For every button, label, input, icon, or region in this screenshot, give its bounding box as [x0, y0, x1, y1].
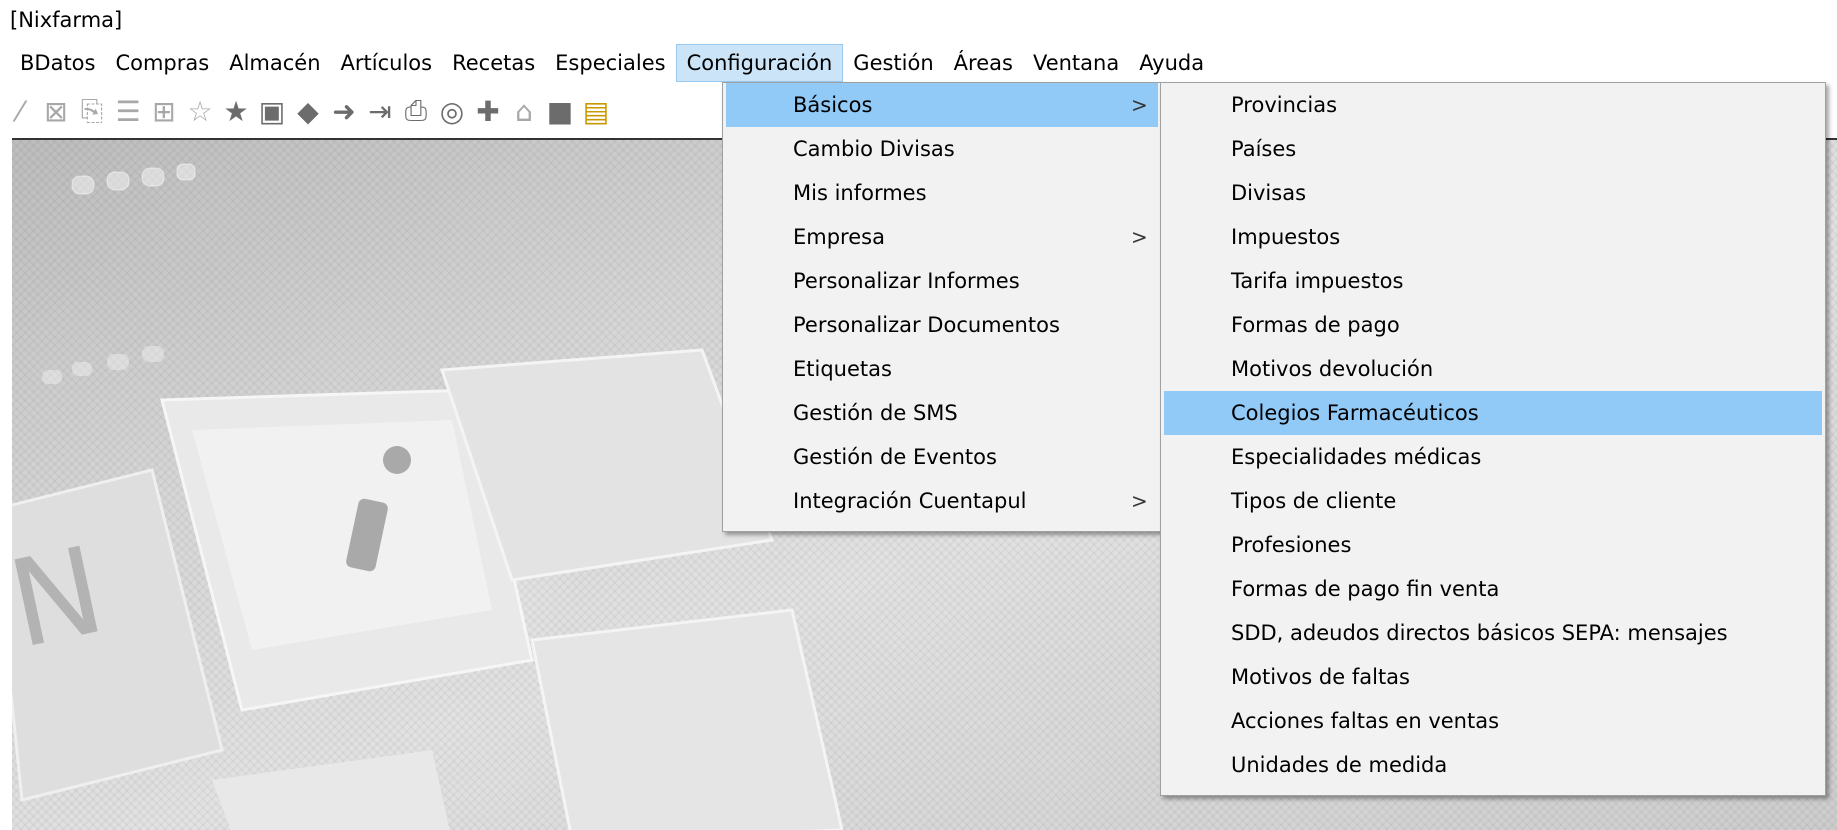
menu-item-label: Gestión de Eventos [793, 445, 997, 469]
basicos-submenu: Provincias Países Divisas Impuestos Tari… [1160, 82, 1826, 796]
menu-ventana[interactable]: Ventana [1023, 44, 1129, 82]
export-icon[interactable]: ▣ [254, 91, 290, 131]
arrow-left-icon[interactable]: ◆ [290, 91, 326, 131]
menu-bar: BDatos Compras Almacén Artículos Recetas… [0, 44, 1837, 82]
document-icon[interactable]: ⎘ [74, 91, 110, 131]
chevron-right-icon: > [1131, 489, 1148, 513]
menu-item-divisas[interactable]: Divisas [1164, 171, 1822, 215]
menu-item-label: Tipos de cliente [1231, 489, 1397, 513]
menu-item-tipos-cliente[interactable]: Tipos de cliente [1164, 479, 1822, 523]
menu-item-label: Colegios Farmacéuticos [1231, 401, 1479, 425]
search-icon[interactable]: ◎ [434, 91, 470, 131]
menu-item-label: Personalizar Documentos [793, 313, 1060, 337]
menu-item-cambio-divisas[interactable]: Cambio Divisas [726, 127, 1158, 171]
menu-item-label: Tarifa impuestos [1231, 269, 1404, 293]
menu-item-label: Formas de pago fin venta [1231, 577, 1500, 601]
star-outline-icon[interactable]: ☆ [182, 91, 218, 131]
menu-item-label: Gestión de SMS [793, 401, 958, 425]
menu-item-label: Empresa [793, 225, 885, 249]
menu-item-formas-pago-fin-venta[interactable]: Formas de pago fin venta [1164, 567, 1822, 611]
menu-item-acciones-faltas-ventas[interactable]: Acciones faltas en ventas [1164, 699, 1822, 743]
menu-item-motivos-faltas[interactable]: Motivos de faltas [1164, 655, 1822, 699]
menu-item-impuestos[interactable]: Impuestos [1164, 215, 1822, 259]
arrow-right-icon[interactable]: ➜ [326, 91, 362, 131]
menu-item-etiquetas[interactable]: Etiquetas [726, 347, 1158, 391]
menu-item-label: Formas de pago [1231, 313, 1400, 337]
menu-item-sdd-sepa-mensajes[interactable]: SDD, adeudos directos básicos SEPA: mens… [1164, 611, 1822, 655]
menu-item-motivos-devolucion[interactable]: Motivos devolución [1164, 347, 1822, 391]
menu-item-label: Mis informes [793, 181, 927, 205]
menu-item-gestion-sms[interactable]: Gestión de SMS [726, 391, 1158, 435]
menu-item-colegios-farmaceuticos[interactable]: Colegios Farmacéuticos [1164, 391, 1822, 435]
menu-item-personalizar-documentos[interactable]: Personalizar Documentos [726, 303, 1158, 347]
menu-articulos[interactable]: Artículos [331, 44, 443, 82]
menu-item-label: Personalizar Informes [793, 269, 1020, 293]
menu-item-provincias[interactable]: Provincias [1164, 83, 1822, 127]
wand-icon[interactable]: ✚ [470, 91, 506, 131]
menu-item-label: Especialidades médicas [1231, 445, 1482, 469]
menu-gestion[interactable]: Gestión [843, 44, 943, 82]
menu-item-formas-pago[interactable]: Formas de pago [1164, 303, 1822, 347]
chevron-right-icon: > [1131, 225, 1148, 249]
check-icon[interactable]: ⁄ [2, 91, 38, 131]
import-icon[interactable]: ⇥ [362, 91, 398, 131]
stop-icon[interactable]: ■ [542, 91, 578, 131]
menu-item-basicos[interactable]: Básicos > [726, 83, 1158, 127]
notes-icon[interactable]: ▤ [578, 91, 614, 131]
menu-item-label: Básicos [793, 93, 873, 117]
menu-especiales[interactable]: Especiales [545, 44, 675, 82]
configuracion-dropdown: Básicos > Cambio Divisas Mis informes Em… [722, 82, 1162, 532]
menu-item-label: Países [1231, 137, 1297, 161]
menu-item-paises[interactable]: Países [1164, 127, 1822, 171]
menu-item-label: Profesiones [1231, 533, 1352, 557]
menu-item-label: Etiquetas [793, 357, 892, 381]
chevron-right-icon: > [1131, 93, 1148, 117]
menu-bdatos[interactable]: BDatos [10, 44, 105, 82]
menu-item-profesiones[interactable]: Profesiones [1164, 523, 1822, 567]
menu-item-empresa[interactable]: Empresa > [726, 215, 1158, 259]
list-icon[interactable]: ☰ [110, 91, 146, 131]
menu-item-label: Unidades de medida [1231, 753, 1448, 777]
menu-item-integracion-cuentapul[interactable]: Integración Cuentapul > [726, 479, 1158, 523]
menu-item-tarifa-impuestos[interactable]: Tarifa impuestos [1164, 259, 1822, 303]
menu-recetas[interactable]: Recetas [442, 44, 545, 82]
menu-item-label: Motivos de faltas [1231, 665, 1410, 689]
menu-item-label: Provincias [1231, 93, 1338, 117]
menu-item-unidades-medida[interactable]: Unidades de medida [1164, 743, 1822, 787]
menu-item-label: Divisas [1231, 181, 1307, 205]
menu-item-label: Impuestos [1231, 225, 1341, 249]
table-icon[interactable]: ⊞ [146, 91, 182, 131]
menu-item-especialidades-medicas[interactable]: Especialidades médicas [1164, 435, 1822, 479]
menu-item-label: SDD, adeudos directos básicos SEPA: mens… [1231, 621, 1728, 645]
menu-item-label: Integración Cuentapul [793, 489, 1027, 513]
window-title: [Nixfarma] [0, 0, 1837, 40]
menu-almacen[interactable]: Almacén [219, 44, 330, 82]
menu-item-mis-informes[interactable]: Mis informes [726, 171, 1158, 215]
menu-item-label: Acciones faltas en ventas [1231, 709, 1500, 733]
menu-item-label: Cambio Divisas [793, 137, 955, 161]
menu-item-personalizar-informes[interactable]: Personalizar Informes [726, 259, 1158, 303]
print-icon[interactable]: ⎙ [398, 91, 434, 131]
menu-compras[interactable]: Compras [105, 44, 219, 82]
menu-ayuda[interactable]: Ayuda [1129, 44, 1214, 82]
network-icon[interactable]: ⌂ [506, 91, 542, 131]
menu-item-label: Motivos devolución [1231, 357, 1434, 381]
menu-item-gestion-eventos[interactable]: Gestión de Eventos [726, 435, 1158, 479]
menu-areas[interactable]: Áreas [944, 44, 1023, 82]
star-filled-icon[interactable]: ★ [218, 91, 254, 131]
menu-configuracion[interactable]: Configuración [675, 44, 844, 82]
close-box-icon[interactable]: ⊠ [38, 91, 74, 131]
